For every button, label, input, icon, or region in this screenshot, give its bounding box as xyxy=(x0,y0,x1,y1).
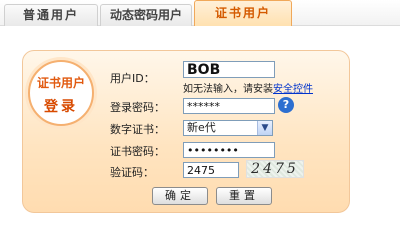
tab-normal-user[interactable]: 普通用户 xyxy=(4,4,98,26)
tab-certificate-user[interactable]: 证书用户 xyxy=(194,0,292,26)
login-password-label: 登录密码： xyxy=(110,101,165,114)
install-hint: 如无法输入，请安装安全控件 xyxy=(183,80,313,95)
cert-password-label: 证书密码： xyxy=(110,145,165,158)
install-hint-text: 如无法输入，请安装 xyxy=(183,84,273,95)
cert-password-input[interactable] xyxy=(183,142,275,158)
chevron-down-icon[interactable]: ▼ xyxy=(257,121,272,135)
tab-bar: 普通用户 动态密码用户 证书用户 xyxy=(0,0,400,26)
login-password-input[interactable] xyxy=(183,98,275,114)
confirm-button[interactable]: 确定 xyxy=(152,187,208,205)
digital-cert-label: 数字证书： xyxy=(110,123,165,136)
reset-button[interactable]: 重置 xyxy=(216,187,272,205)
userid-label: 用户ID： xyxy=(110,72,155,85)
captcha-image[interactable]: 2475 xyxy=(246,160,304,178)
captcha-label: 验证码： xyxy=(110,166,154,179)
digital-cert-select[interactable]: 新e代 ▼ xyxy=(183,120,273,136)
badge-subtitle: 登录 xyxy=(44,99,78,115)
login-badge: 证书用户 登录 xyxy=(28,60,94,126)
help-icon[interactable]: ? xyxy=(278,97,294,113)
badge-title: 证书用户 xyxy=(36,76,85,90)
captcha-input[interactable] xyxy=(183,162,239,178)
tab-dynamic-password-user[interactable]: 动态密码用户 xyxy=(100,4,192,26)
digital-cert-selected: 新e代 xyxy=(187,121,216,134)
userid-input[interactable] xyxy=(183,61,275,78)
security-control-link[interactable]: 安全控件 xyxy=(273,84,313,95)
